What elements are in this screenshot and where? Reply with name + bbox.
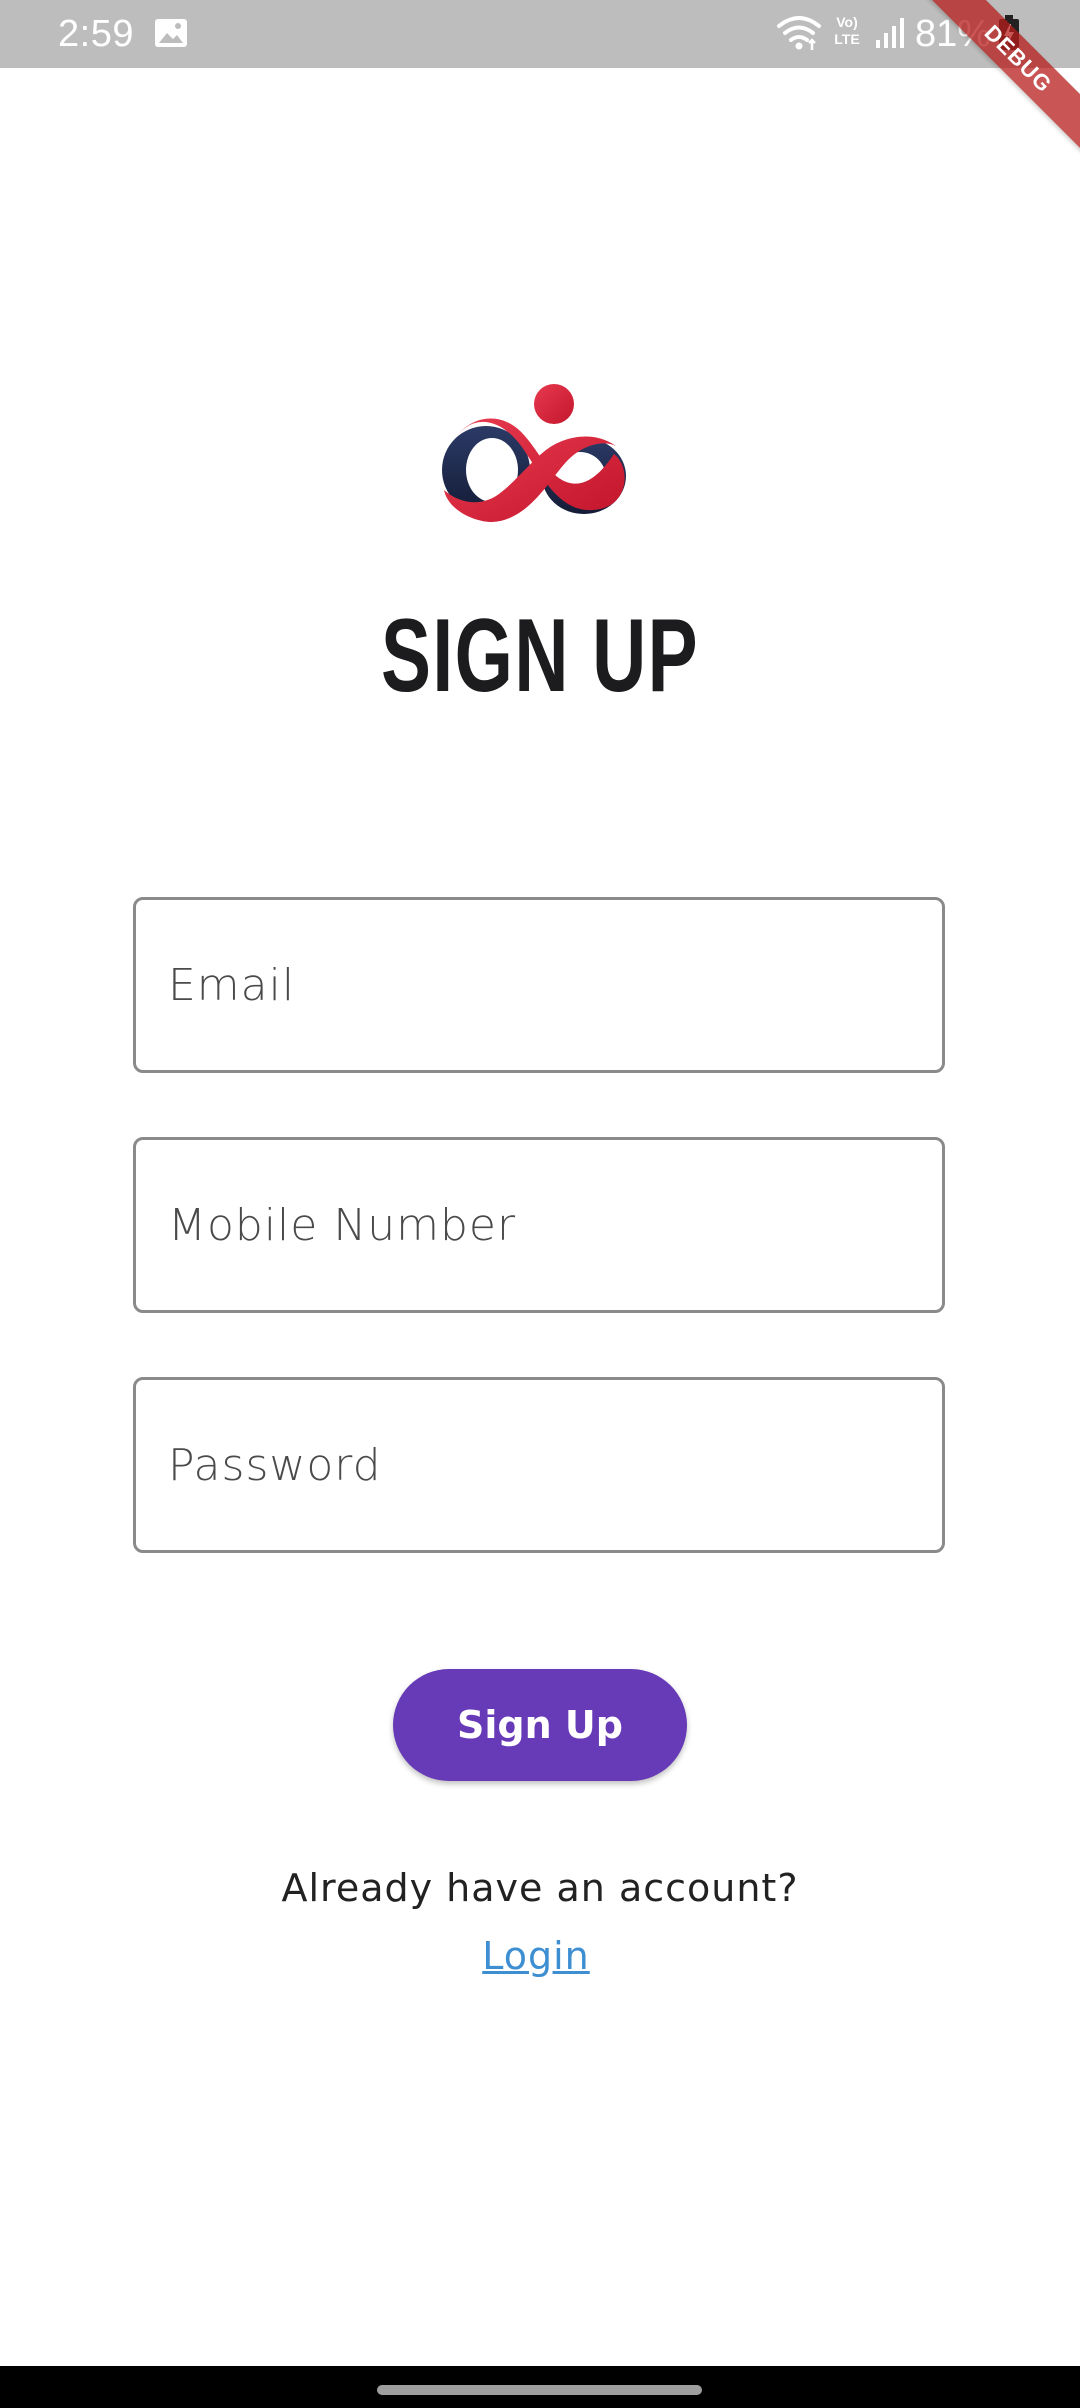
navigation-bar <box>0 2366 1080 2408</box>
battery-charging-icon <box>999 15 1019 50</box>
gallery-icon <box>155 19 187 47</box>
volte-top-label: Vo) <box>836 14 858 30</box>
email-field[interactable] <box>136 900 942 1070</box>
mobile-number-field[interactable] <box>136 1140 942 1310</box>
wifi-icon <box>777 16 821 50</box>
signal-icon <box>876 18 904 48</box>
status-time: 2:59 <box>58 13 134 55</box>
mobile-number-field-container <box>133 1137 945 1313</box>
page-title: SIGN UP <box>381 598 699 714</box>
password-field-container <box>133 1377 945 1553</box>
login-link[interactable]: Login <box>0 1928 1072 1984</box>
infinity-person-logo <box>442 384 626 522</box>
status-bar: 2:59 Vo) LTE 81% <box>0 0 1080 68</box>
gesture-handle[interactable] <box>377 2385 702 2395</box>
volte-icon: Vo) LTE <box>830 14 864 52</box>
account-prompt: Already have an account? <box>281 1866 799 1910</box>
password-field[interactable] <box>136 1380 942 1550</box>
battery-percentage: 81% <box>915 13 992 55</box>
sign-up-button[interactable]: Sign Up <box>393 1669 687 1781</box>
email-field-container <box>133 897 945 1073</box>
volte-bottom-label: LTE <box>834 31 860 47</box>
